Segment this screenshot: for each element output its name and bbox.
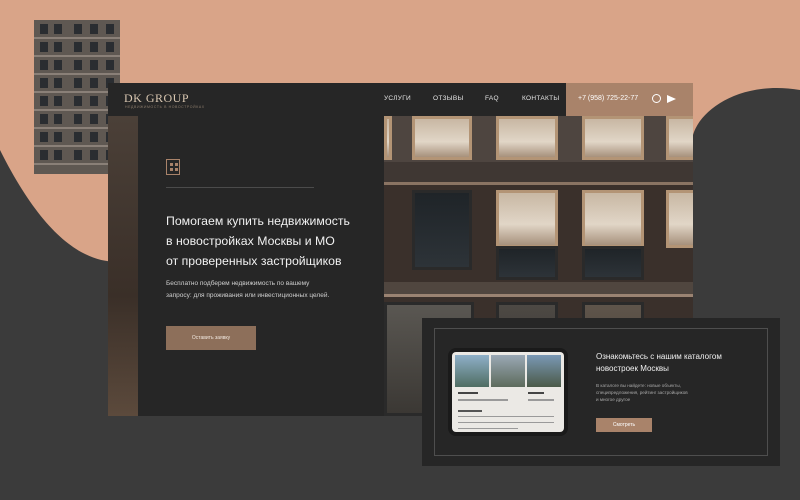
catalog-title-line: Ознакомьтесь с нашим каталогом xyxy=(596,352,722,361)
catalog-card: Ознакомьтесь с нашим каталогом новострое… xyxy=(422,318,780,466)
header-contact-block: +7 (958) 725-22-77 xyxy=(566,83,693,116)
hero-headline: Помогаем купить недвижимость в новострой… xyxy=(166,211,376,271)
leave-request-button[interactable]: Оставить заявку xyxy=(166,326,256,350)
catalog-description-line: специпредложения, рейтинг застройщиков xyxy=(596,390,688,395)
catalog-description-line: В каталоге вы найдете: новые объекты, xyxy=(596,383,681,388)
hero-photo-left-edge xyxy=(108,116,138,416)
catalog-description-line: и многое другое xyxy=(596,397,631,402)
telegram-icon[interactable] xyxy=(667,95,676,103)
building-icon xyxy=(166,159,180,175)
hero-subtext-line: запросу: для проживания или инвестиционн… xyxy=(166,292,330,299)
site-header: DK GROUP НЕДВИЖИМОСТЬ В НОВОСТРОЙКАХ УСЛ… xyxy=(108,83,693,116)
tablet-mockup xyxy=(448,348,568,436)
catalog-title-line: новостроек Москвы xyxy=(596,364,669,373)
whatsapp-icon[interactable] xyxy=(652,94,661,103)
view-catalog-button[interactable]: Смотреть xyxy=(596,418,652,432)
hero-headline-line: в новостройках Москвы и МО xyxy=(166,234,335,248)
hero-text-panel: Помогаем купить недвижимость в новострой… xyxy=(138,116,384,416)
site-logo[interactable]: DK GROUP xyxy=(124,91,189,106)
divider xyxy=(166,187,314,188)
phone-number[interactable]: +7 (958) 725-22-77 xyxy=(578,95,638,102)
catalog-preview-screen xyxy=(452,352,564,432)
nav-item-services[interactable]: УСЛУГИ xyxy=(384,95,411,102)
hero-headline-line: от проверенных застройщиков xyxy=(166,254,342,268)
catalog-description: В каталоге вы найдете: новые объекты, сп… xyxy=(596,382,736,403)
nav-item-faq[interactable]: FAQ xyxy=(485,95,499,102)
hero-subtext: Бесплатно подберем недвижимость по вашем… xyxy=(166,278,376,302)
site-logo-tagline: НЕДВИЖИМОСТЬ В НОВОСТРОЙКАХ xyxy=(125,105,205,109)
catalog-title: Ознакомьтесь с нашим каталогом новострое… xyxy=(596,351,766,375)
hero-headline-line: Помогаем купить недвижимость xyxy=(166,214,350,228)
hero-subtext-line: Бесплатно подберем недвижимость по вашем… xyxy=(166,280,310,287)
nav-item-contacts[interactable]: КОНТАКТЫ xyxy=(522,95,559,102)
nav-item-reviews[interactable]: ОТЗЫВЫ xyxy=(433,95,464,102)
